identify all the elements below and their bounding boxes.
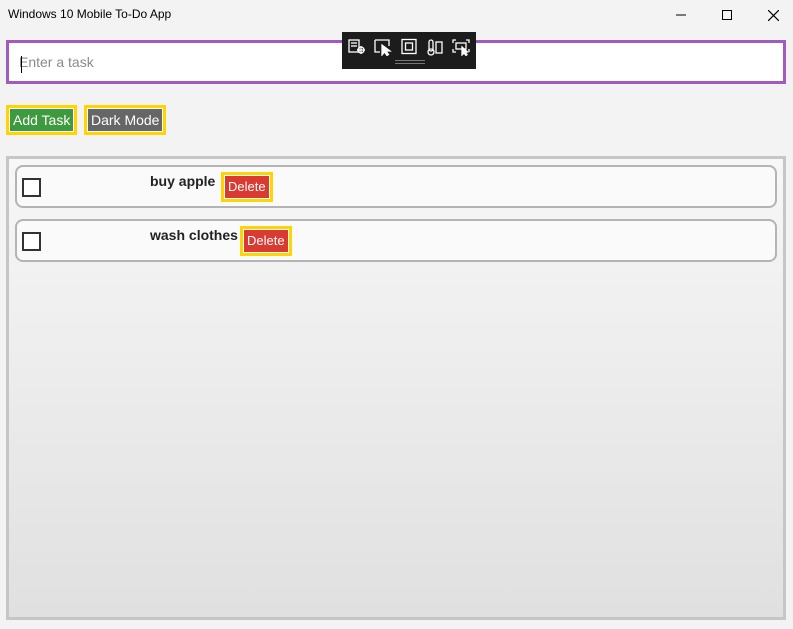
add-task-button[interactable]: Add Task [9,108,75,132]
select-element-icon [374,39,392,57]
debug-toolbar [342,32,476,69]
minimize-icon [676,14,686,16]
text-caret [21,56,22,73]
track-focus-button[interactable] [425,38,445,56]
display-layout-adorners-button[interactable] [399,38,419,56]
close-button[interactable] [750,0,793,30]
close-icon [767,9,779,21]
live-visual-tree-icon [348,39,365,54]
delete-button[interactable]: Delete [243,229,289,253]
delete-focus-frame: Delete [240,226,292,256]
hot-reload-button[interactable] [451,38,471,57]
task-checkbox[interactable] [22,178,41,197]
dark-mode-focus-frame: Dark Mode [84,105,167,135]
task-checkbox[interactable] [22,232,41,251]
task-list[interactable]: buy apple Delete wash clothes Delete [6,156,786,620]
task-text: wash clothes [150,227,238,243]
task-row: buy apple Delete [15,165,777,208]
track-focus-icon [427,39,443,56]
task-row: wash clothes Delete [15,219,777,262]
window-title: Windows 10 Mobile To-Do App [8,7,172,21]
maximize-icon [722,10,732,20]
minimize-button[interactable] [658,0,704,30]
maximize-button[interactable] [704,0,750,30]
add-task-focus-frame: Add Task [6,105,78,135]
delete-button[interactable]: Delete [224,175,270,199]
live-visual-tree-button[interactable] [347,38,367,56]
task-text: buy apple [150,173,216,189]
title-bar: Windows 10 Mobile To-Do App [0,0,793,30]
hot-reload-icon [452,39,470,57]
dark-mode-button[interactable]: Dark Mode [87,108,164,132]
toolbar-drag-handle[interactable] [395,60,425,64]
display-layout-adorners-icon [401,38,417,55]
delete-focus-frame: Delete [221,172,273,202]
select-element-button[interactable] [373,38,393,57]
